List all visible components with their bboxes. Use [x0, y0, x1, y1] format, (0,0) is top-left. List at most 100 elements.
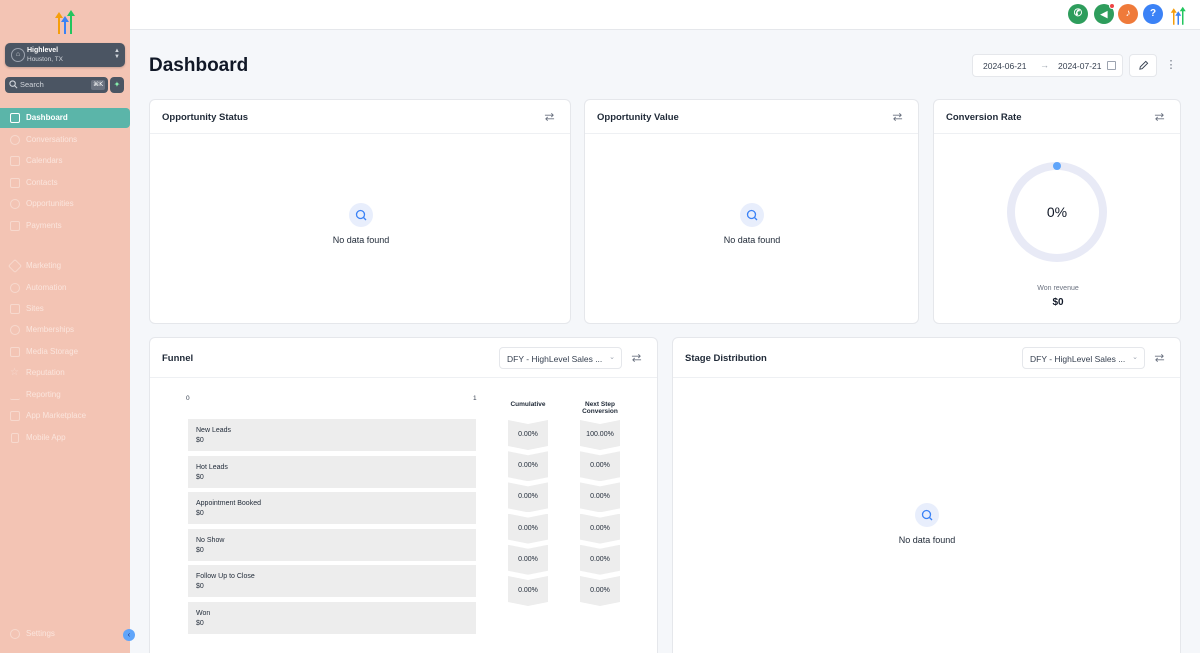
next-step-cell: 0.00%: [580, 576, 620, 606]
empty-state: No data found: [702, 203, 802, 245]
sidebar-item-label: Sites: [26, 304, 44, 313]
bell-icon[interactable]: ♪: [1118, 4, 1138, 24]
sidebar-item-reputation[interactable]: ☆ Reputation: [0, 363, 130, 383]
apps-icon: [10, 411, 20, 421]
ai-spark-button[interactable]: ✦: [110, 77, 124, 93]
empty-message: No data found: [332, 235, 390, 245]
stage-value: $0: [196, 619, 204, 627]
stage-name: Won: [196, 609, 211, 617]
cumulative-cell: 0.00%: [508, 451, 548, 481]
next-step-value: 0.00%: [590, 587, 610, 594]
edit-dashboard-button[interactable]: [1129, 54, 1157, 77]
sidebar-item-reporting[interactable]: Reporting: [0, 385, 130, 405]
funnel-stage-row: No Show $0: [188, 528, 476, 563]
stage-name: New Leads: [196, 427, 232, 434]
sidebar-item-label: Calendars: [26, 156, 63, 165]
cumulative-cell: 0.00%: [508, 576, 548, 606]
arrow-right-icon: →: [1040, 60, 1049, 70]
funnel-stage-row: Hot Leads $0: [188, 455, 476, 490]
more-options-icon[interactable]: ⋮: [1165, 58, 1177, 74]
sidebar-item-calendars[interactable]: Calendars: [0, 151, 130, 171]
next-step-value: 100.00%: [586, 431, 614, 438]
page-title: Dashboard: [149, 55, 249, 76]
pipeline-select[interactable]: DFY - HighLevel Sales ... ⌄: [1022, 347, 1145, 369]
sidebar-item-contacts[interactable]: Contacts: [0, 173, 130, 193]
cumulative-value: 0.00%: [518, 555, 538, 563]
stage-name: Hot Leads: [196, 463, 228, 471]
next-step-value: 0.00%: [590, 462, 610, 470]
location-switcher[interactable]: ⌂ Highlevel Houston, TX ▲ ▼: [5, 43, 125, 67]
swap-icon[interactable]: [892, 112, 903, 122]
app-logo[interactable]: [54, 8, 78, 34]
search-icon: [9, 80, 18, 89]
location-icon: ⌂: [11, 48, 25, 62]
sidebar-item-sites[interactable]: Sites: [0, 299, 130, 319]
opportunities-icon: [10, 199, 20, 209]
cumulative-cell: 0.00%: [508, 482, 548, 512]
search-icon: [740, 203, 764, 227]
app-logo[interactable]: [1170, 5, 1188, 25]
gauge-indicator: [1053, 162, 1061, 170]
help-icon[interactable]: ?: [1143, 4, 1163, 24]
trend-icon: [10, 390, 20, 400]
chevron-down-icon: ⌄: [609, 354, 615, 361]
megaphone-icon[interactable]: ◀: [1094, 3, 1115, 24]
empty-message: No data found: [723, 235, 781, 245]
collapse-sidebar-button[interactable]: ‹: [123, 629, 135, 641]
star-icon: ☆: [10, 367, 19, 378]
stage-name: No Show: [196, 536, 225, 544]
sidebar-item-label: App Marketplace: [26, 411, 87, 420]
date-to: 2024-07-21: [1058, 61, 1102, 71]
automation-icon: [10, 283, 20, 293]
chevron-down-icon: ⌄: [1132, 354, 1138, 361]
sidebar-item-payments[interactable]: Payments: [0, 216, 130, 236]
sidebar-item-dashboard[interactable]: Dashboard: [0, 108, 130, 128]
sidebar: ⌂ Highlevel Houston, TX ▲ ▼ Search ⌘K ✦ D…: [0, 0, 130, 653]
stage-distribution-card: Stage Distribution DFY - HighLevel Sales…: [672, 337, 1181, 653]
search-icon: [349, 203, 373, 227]
swap-icon[interactable]: [1154, 112, 1165, 122]
next-step-cell: 100.00%: [580, 420, 620, 450]
axis-start-label: 0: [186, 395, 190, 402]
next-step-cell: 0.00%: [580, 482, 620, 512]
sites-icon: [10, 304, 20, 314]
sidebar-item-label: Conversations: [26, 135, 78, 144]
sidebar-item-settings[interactable]: Settings: [0, 624, 130, 644]
top-bar: ✆ ◀ ♪ ?: [130, 0, 1200, 30]
sidebar-item-mobile-app[interactable]: Mobile App: [0, 428, 130, 448]
contacts-icon: [10, 178, 20, 188]
phone-icon[interactable]: ✆: [1068, 4, 1088, 24]
sidebar-item-memberships[interactable]: Memberships: [0, 320, 130, 340]
sidebar-item-label: Reporting: [26, 390, 61, 399]
next-step-value: 0.00%: [590, 555, 610, 563]
cumulative-value: 0.00%: [518, 493, 538, 501]
pipeline-select[interactable]: DFY - HighLevel Sales ... ⌄: [499, 347, 622, 369]
sidebar-item-marketing[interactable]: Marketing: [0, 256, 130, 276]
swap-icon[interactable]: [1154, 353, 1165, 363]
opportunity-status-card: Opportunity Status No data found: [149, 99, 571, 324]
stage-value: $0: [196, 546, 204, 554]
sidebar-item-app-marketplace[interactable]: App Marketplace: [0, 406, 130, 426]
sidebar-item-label: Mobile App: [26, 433, 66, 442]
mobile-icon: [11, 433, 19, 443]
sidebar-item-label: Marketing: [26, 261, 62, 270]
swap-icon[interactable]: [631, 353, 642, 363]
cumulative-cell: 0.00%: [508, 420, 548, 450]
sidebar-item-automation[interactable]: Automation: [0, 278, 130, 298]
sidebar-item-label: Contacts: [26, 178, 58, 187]
won-revenue-label: Won revenue: [1037, 285, 1079, 292]
swap-icon[interactable]: [544, 112, 555, 122]
cumulative-value: 0.00%: [518, 587, 538, 594]
date-range-picker[interactable]: 2024-06-21 → 2024-07-21: [972, 54, 1123, 77]
sidebar-item-label: Reputation: [26, 368, 65, 377]
search-input[interactable]: Search ⌘K: [5, 77, 108, 93]
search-shortcut: ⌘K: [91, 80, 105, 90]
sidebar-item-media-storage[interactable]: Media Storage: [0, 342, 130, 362]
sidebar-item-conversations[interactable]: Conversations: [0, 130, 130, 150]
card-title: Stage Distribution: [685, 353, 767, 364]
sidebar-item-opportunities[interactable]: Opportunities: [0, 194, 130, 214]
empty-message: No data found: [898, 535, 956, 545]
opportunity-value-card: Opportunity Value No data found: [584, 99, 919, 324]
funnel-stage-row: Won $0: [188, 601, 476, 636]
card-title: Conversion Rate: [946, 112, 1022, 123]
